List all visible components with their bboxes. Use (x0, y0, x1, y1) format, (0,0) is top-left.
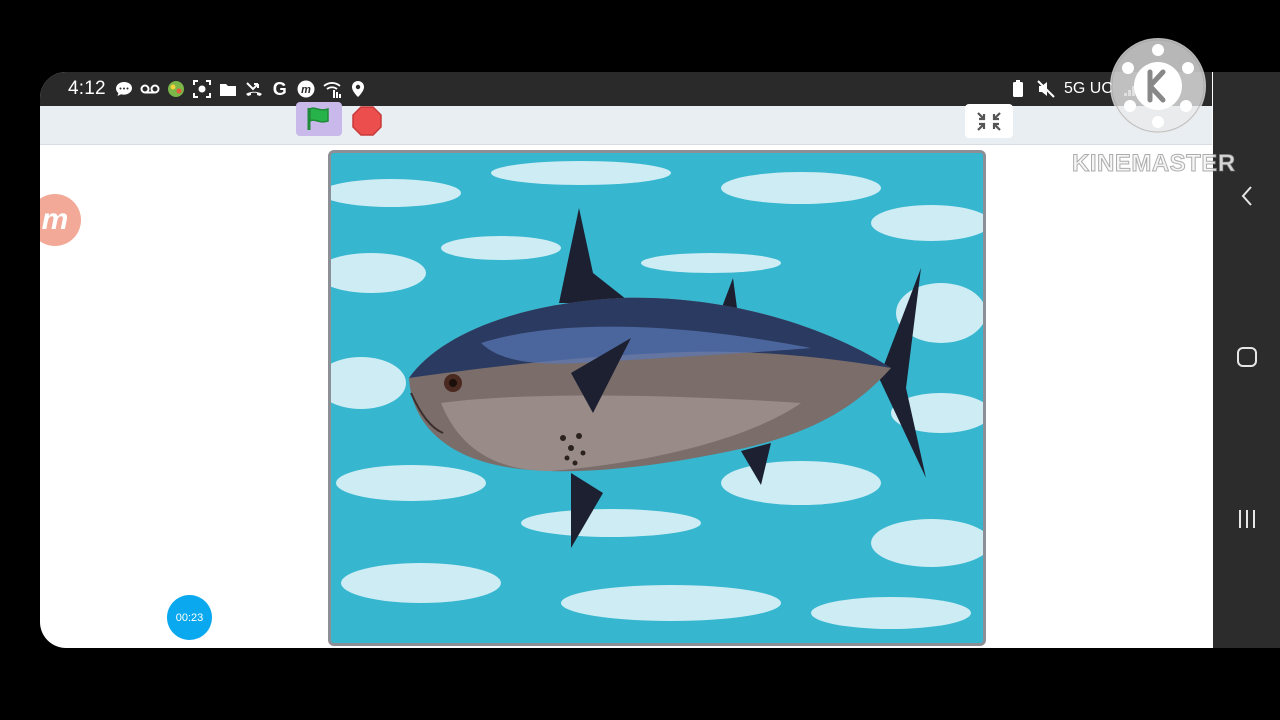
green-flag-button[interactable] (296, 102, 342, 136)
green-flag-icon (307, 107, 329, 130)
missed-call-icon (244, 79, 264, 99)
home-icon (1236, 347, 1257, 367)
project-stage[interactable] (328, 150, 986, 646)
player-toolbar (40, 102, 1212, 145)
mute-icon (1036, 79, 1056, 99)
wifi-calling-icon (322, 79, 342, 99)
message-icon (114, 79, 134, 99)
recents-icon (1238, 510, 1255, 528)
notification-icons: G m (114, 79, 368, 99)
kinemaster-logo (1110, 38, 1206, 134)
folder-icon (218, 79, 238, 99)
app-icon (166, 79, 186, 99)
google-icon: G (272, 78, 287, 99)
kinemaster-watermark-text: KINEMASTER (1072, 150, 1236, 178)
status-time: 4:12 (68, 78, 106, 99)
screen-record-icon (192, 79, 212, 99)
exit-fullscreen-icon (977, 112, 1001, 131)
nav-recents-button[interactable] (1213, 489, 1280, 549)
m-floating-logo[interactable]: m (40, 194, 81, 246)
back-icon (1241, 186, 1252, 206)
nav-home-button[interactable] (1213, 327, 1280, 387)
exit-fullscreen-button[interactable] (965, 104, 1013, 138)
recording-timer[interactable]: 00:23 (167, 595, 212, 640)
voicemail-icon (140, 79, 160, 99)
location-icon (348, 79, 368, 99)
stop-button[interactable] (352, 106, 382, 136)
battery-saver-icon (1008, 79, 1028, 99)
network-label: 5G UC (1063, 80, 1113, 97)
stop-icon (352, 106, 382, 136)
status-bar: 4:12 G m 5G UC (40, 72, 1212, 106)
stage-canvas (331, 153, 983, 643)
svg-text:m: m (301, 84, 311, 96)
m-app-icon: m (296, 79, 316, 99)
